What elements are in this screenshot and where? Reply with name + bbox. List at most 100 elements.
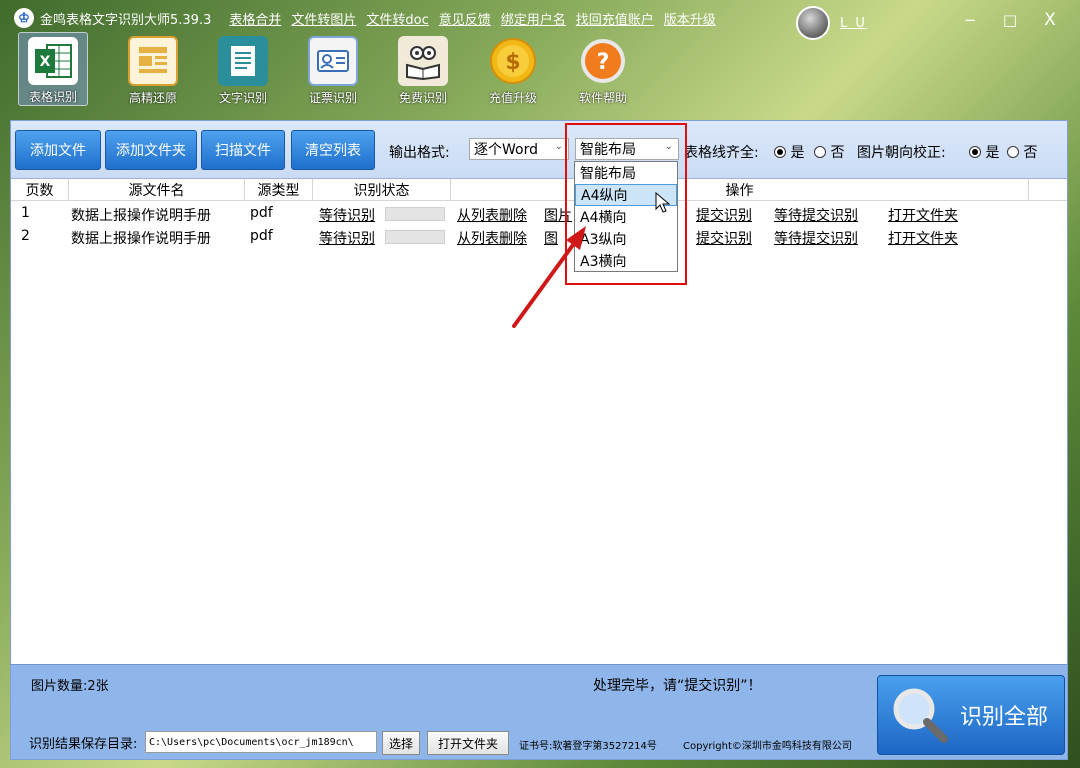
recognize-all-label: 识别全部 <box>960 705 1049 730</box>
chevron-down-icon: ⌄ <box>664 141 673 152</box>
table-header: 页数 源文件名 源类型 识别状态 操作 <box>11 179 1067 201</box>
tool-label: 充值升级 <box>488 91 537 105</box>
radio-no-label: 否 <box>1023 145 1038 161</box>
layout-select[interactable]: 智能布局 ⌄ <box>575 138 679 160</box>
tool-label: 文字识别 <box>218 91 267 105</box>
tool-table-recognition[interactable]: X 表格识别 <box>18 32 88 106</box>
menu-feedback[interactable]: 意见反馈 <box>439 9 491 28</box>
dollar-coin-icon: $ <box>488 36 538 86</box>
add-folder-button[interactable]: 添加文件夹 <box>105 130 197 170</box>
progress-bar <box>385 207 445 221</box>
scan-file-button[interactable]: 扫描文件 <box>201 130 285 170</box>
awaiting-submit-link[interactable]: 等待提交识别 <box>774 228 858 248</box>
header-status[interactable]: 识别状态 <box>313 179 451 201</box>
help-icon: ? <box>578 36 628 86</box>
minimize-button[interactable]: − <box>950 8 990 32</box>
header-filename[interactable]: 源文件名 <box>69 179 245 201</box>
svg-text:$: $ <box>505 50 520 75</box>
cell-type: pdf <box>250 228 273 244</box>
add-file-button[interactable]: 添加文件 <box>15 130 101 170</box>
dropdown-option[interactable]: 智能布局 <box>575 162 677 184</box>
copyright: Copyright©深圳市金鸣科技有限公司 <box>683 741 852 752</box>
open-folder-link[interactable]: 打开文件夹 <box>888 228 958 248</box>
cell-filename: 数据上报操作说明手册 <box>71 208 211 224</box>
orientation-yes[interactable]: 是 <box>969 142 999 162</box>
cell-status[interactable]: 等待识别 <box>319 205 375 225</box>
tool-label: 软件帮助 <box>578 91 627 105</box>
magnifier-icon <box>893 688 948 743</box>
title-bar: ♔ 金鸣表格文字识别大师5.39.3 表格合并 文件转图片 文件转doc 意见反… <box>0 0 1080 40</box>
svg-text:X: X <box>40 54 51 70</box>
radio-no-icon[interactable] <box>814 146 826 158</box>
username-link[interactable]: L U <box>840 16 867 31</box>
tool-text-recognition[interactable]: 文字识别 <box>198 32 288 106</box>
close-button[interactable]: X <box>1030 8 1070 32</box>
submit-recognition-link[interactable]: 提交识别 <box>696 205 752 225</box>
tool-recharge-upgrade[interactable]: $ 充值升级 <box>468 32 558 106</box>
cell-filename: 数据上报操作说明手册 <box>71 231 211 247</box>
clear-list-button[interactable]: 清空列表 <box>291 130 375 170</box>
cell-status[interactable]: 等待识别 <box>319 228 375 248</box>
document-icon <box>218 36 268 86</box>
save-dir-input[interactable]: C:\Users\pc\Documents\ocr_jm189cn\ <box>145 731 377 753</box>
excel-icon: X <box>28 37 78 85</box>
menu-recover-account[interactable]: 找回充值账户 <box>576 9 654 28</box>
radio-no-icon[interactable] <box>1007 146 1019 158</box>
header-operation[interactable]: 操作 <box>451 179 1029 201</box>
radio-yes-label: 是 <box>790 145 805 161</box>
action-bar: 添加文件 添加文件夹 扫描文件 清空列表 输出格式: 逐个Word ⌄ 智能布局… <box>11 121 1067 179</box>
tool-free-recognition[interactable]: 免费识别 <box>378 32 468 106</box>
chevron-down-icon: ⌄ <box>554 141 563 152</box>
menu-links: 表格合并 文件转图片 文件转doc 意见反馈 绑定用户名 找回充值账户 版本升级 <box>229 9 715 28</box>
radio-no-label: 否 <box>830 145 845 161</box>
layout-value: 智能布局 <box>580 142 636 158</box>
menu-bind-username[interactable]: 绑定用户名 <box>501 9 566 28</box>
menu-file-to-image[interactable]: 文件转图片 <box>291 9 356 28</box>
cell-page: 1 <box>21 205 30 221</box>
tool-label: 表格识别 <box>28 90 77 104</box>
menu-file-to-doc[interactable]: 文件转doc <box>366 9 428 28</box>
avatar[interactable] <box>796 6 830 40</box>
main-toolbar: X 表格识别 高精还原 文字识别 证票识别 免费识别 $ 充值升级 ? 软件帮助 <box>18 32 648 106</box>
header-type[interactable]: 源类型 <box>245 179 313 201</box>
main-panel: 添加文件 添加文件夹 扫描文件 清空列表 输出格式: 逐个Word ⌄ 智能布局… <box>10 120 1068 760</box>
app-logo-icon: ♔ <box>14 8 34 28</box>
tool-software-help[interactable]: ? 软件帮助 <box>558 32 648 106</box>
tool-certificate-recognition[interactable]: 证票识别 <box>288 32 378 106</box>
maximize-button[interactable]: □ <box>990 8 1030 32</box>
awaiting-submit-link[interactable]: 等待提交识别 <box>774 205 858 225</box>
red-arrow-icon <box>512 226 586 328</box>
output-format-select[interactable]: 逐个Word ⌄ <box>469 138 569 160</box>
tool-label: 证票识别 <box>308 91 357 105</box>
tool-label: 免费识别 <box>398 91 447 105</box>
cert-number: 证书号:软著登字第3527214号 <box>519 741 657 752</box>
radio-yes-icon[interactable] <box>969 146 981 158</box>
menu-upgrade[interactable]: 版本升级 <box>664 9 716 28</box>
open-folder-link[interactable]: 打开文件夹 <box>888 205 958 225</box>
radio-yes-label: 是 <box>985 145 1000 161</box>
orientation-no[interactable]: 否 <box>1007 142 1037 162</box>
submit-recognition-link[interactable]: 提交识别 <box>696 228 752 248</box>
menu-table-merge[interactable]: 表格合并 <box>229 9 281 28</box>
header-page[interactable]: 页数 <box>11 179 69 201</box>
table-align-yes[interactable]: 是 <box>774 142 804 162</box>
cell-type: pdf <box>250 205 273 221</box>
radio-yes-icon[interactable] <box>774 146 786 158</box>
open-folder-button[interactable]: 打开文件夹 <box>427 731 509 755</box>
cell-page: 2 <box>21 228 30 244</box>
save-dir-label: 识别结果保存目录: <box>29 737 138 752</box>
status-area: 图片数量:2张 处理完毕，请“提交识别”！ 识别结果保存目录: C:\Users… <box>11 664 1067 759</box>
layout-icon <box>128 36 178 86</box>
output-format-value: 逐个Word <box>474 142 538 158</box>
image-count: 图片数量:2张 <box>31 679 109 694</box>
svg-text:?: ? <box>597 50 610 75</box>
tool-label: 高精还原 <box>128 91 177 105</box>
status-message: 处理完毕，请“提交识别”！ <box>593 678 762 694</box>
id-card-icon <box>308 36 358 86</box>
app-title: 金鸣表格文字识别大师5.39.3 <box>40 12 212 28</box>
owl-book-icon <box>398 36 448 86</box>
recognize-all-button[interactable]: 识别全部 <box>877 675 1065 755</box>
tool-high-precision[interactable]: 高精还原 <box>108 32 198 106</box>
choose-dir-button[interactable]: 选择 <box>382 731 420 755</box>
table-align-no[interactable]: 否 <box>814 142 844 162</box>
